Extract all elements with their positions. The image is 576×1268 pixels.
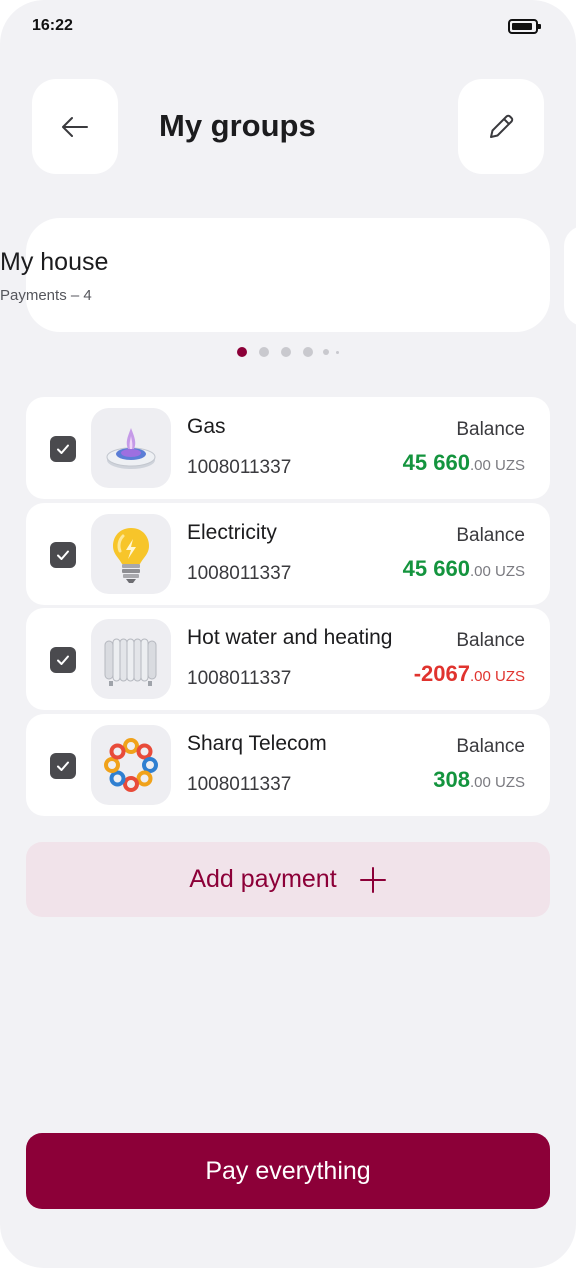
pencil-icon bbox=[490, 114, 514, 138]
checkmark-icon bbox=[57, 444, 69, 454]
checkmark-icon bbox=[57, 655, 69, 665]
balance-label: Balance bbox=[456, 525, 525, 546]
balance-amount: 308.00 UZS bbox=[433, 767, 525, 793]
battery-icon bbox=[508, 19, 541, 34]
payment-item-sharq-telecom[interactable]: Sharq Telecom 1008011337 Balance 308.00 … bbox=[26, 714, 550, 816]
payment-thumbnail bbox=[91, 514, 171, 594]
light-bulb-icon bbox=[113, 528, 149, 583]
payment-title: Gas bbox=[187, 415, 226, 438]
sharq-telecom-logo-icon bbox=[104, 738, 158, 792]
balance-amount: -2067.00 UZS bbox=[414, 661, 525, 687]
balance-label: Balance bbox=[456, 419, 525, 440]
arrow-left-icon bbox=[62, 116, 88, 137]
payment-thumbnail bbox=[91, 619, 171, 699]
status-time: 16:22 bbox=[32, 17, 73, 34]
carousel-dot bbox=[303, 347, 313, 357]
payment-title: Hot water and heating bbox=[187, 626, 393, 649]
checkmark-icon bbox=[57, 550, 69, 560]
balance-amount: 45 660.00 UZS bbox=[403, 556, 525, 582]
balance-label: Balance bbox=[456, 736, 525, 757]
plus-icon bbox=[359, 866, 386, 893]
group-payments-count: Payments – 4 bbox=[0, 287, 92, 304]
carousel-dot bbox=[259, 347, 269, 357]
payment-account: 1008011337 bbox=[187, 563, 292, 584]
payment-title: Electricity bbox=[187, 521, 277, 544]
payment-checkbox[interactable] bbox=[50, 647, 76, 673]
payment-thumbnail bbox=[91, 408, 171, 488]
balance-label: Balance bbox=[456, 630, 525, 651]
balance-amount-main: 45 660 bbox=[402, 556, 470, 581]
payment-checkbox[interactable] bbox=[50, 542, 76, 568]
balance-amount-decimal: .00 UZS bbox=[469, 563, 525, 580]
status-bar: 16:22 bbox=[0, 0, 576, 52]
payment-account: 1008011337 bbox=[187, 668, 292, 689]
group-name: My house bbox=[0, 248, 109, 276]
payment-account: 1008011337 bbox=[187, 774, 292, 795]
checkmark-icon bbox=[57, 761, 69, 771]
carousel-dot-active bbox=[237, 347, 247, 357]
carousel-dot bbox=[336, 350, 339, 354]
edit-button[interactable] bbox=[458, 79, 544, 174]
balance-amount-decimal: .00 UZS bbox=[469, 774, 525, 791]
balance-amount: 45 660.00 UZS bbox=[403, 450, 525, 476]
next-group-card[interactable] bbox=[564, 226, 576, 326]
back-button[interactable] bbox=[32, 79, 118, 174]
carousel-dot bbox=[323, 349, 329, 355]
balance-amount-main: 308 bbox=[433, 767, 470, 792]
payment-checkbox[interactable] bbox=[50, 753, 76, 779]
pay-everything-button[interactable]: Pay everything bbox=[26, 1133, 550, 1209]
balance-amount-decimal: .00 UZS bbox=[469, 457, 525, 474]
carousel-dot bbox=[281, 347, 291, 357]
payment-item-gas[interactable]: Gas 1008011337 Balance 45 660.00 UZS bbox=[26, 397, 550, 499]
balance-amount-main: -2067 bbox=[413, 661, 470, 686]
add-payment-label: Add payment bbox=[189, 865, 337, 893]
gas-burner-icon bbox=[106, 428, 156, 469]
pay-everything-label: Pay everything bbox=[205, 1156, 371, 1185]
payment-item-electricity[interactable]: Electricity 1008011337 Balance 45 660.00… bbox=[26, 503, 550, 605]
radiator-icon bbox=[104, 638, 157, 686]
payment-thumbnail bbox=[91, 725, 171, 805]
payment-item-hot-water[interactable]: Hot water and heating 1008011337 Balance… bbox=[26, 608, 550, 710]
payment-checkbox[interactable] bbox=[50, 436, 76, 462]
add-payment-button[interactable]: Add payment bbox=[26, 842, 550, 917]
phone-screen: 16:22 My groups My house Payments – 4 Ga… bbox=[0, 0, 576, 1268]
payment-title: Sharq Telecom bbox=[187, 732, 327, 755]
page-title: My groups bbox=[159, 108, 316, 143]
balance-amount-main: 45 660 bbox=[402, 450, 470, 475]
payment-account: 1008011337 bbox=[187, 457, 292, 478]
balance-amount-decimal: .00 UZS bbox=[469, 668, 525, 685]
